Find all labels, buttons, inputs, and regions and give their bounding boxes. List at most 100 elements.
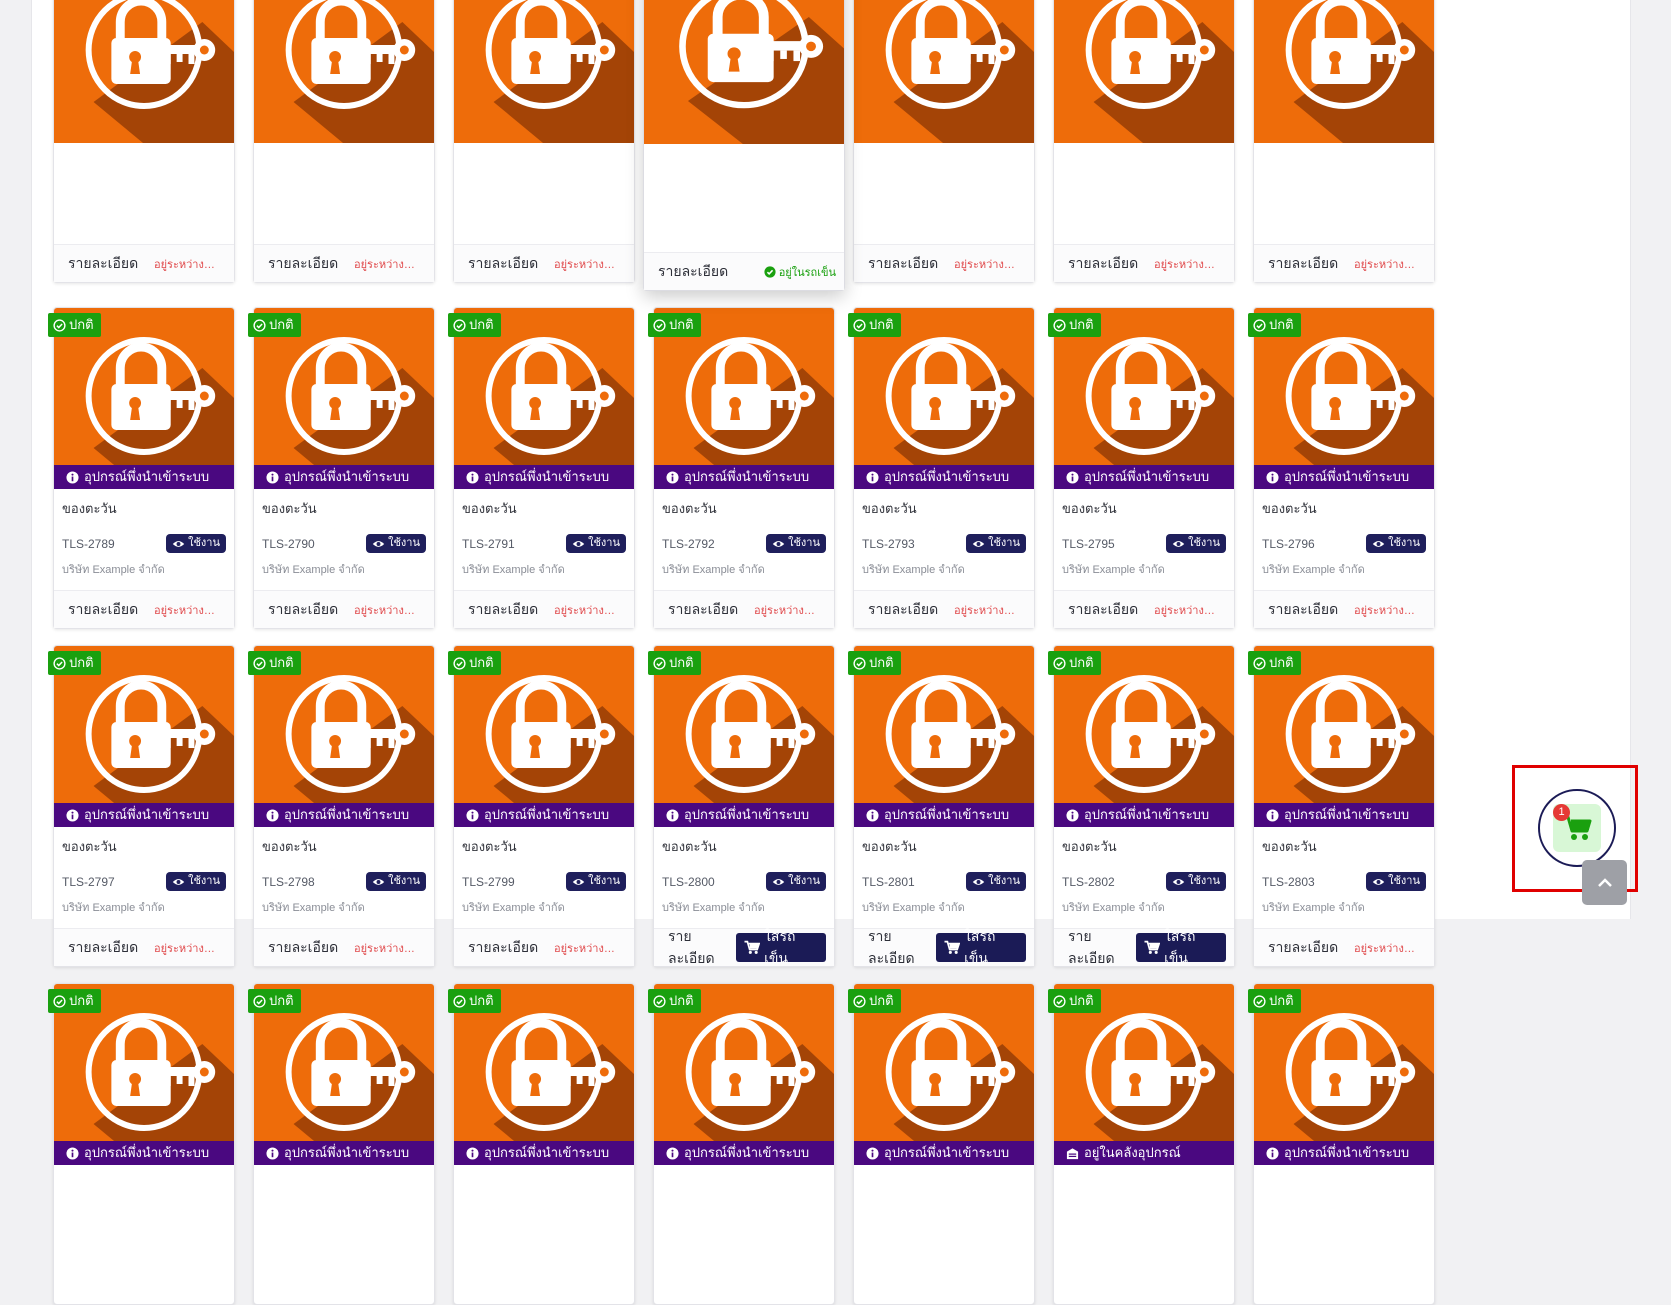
owner-name: ของตะวัน xyxy=(662,501,717,516)
details-link[interactable]: รายละเอียด xyxy=(268,253,338,275)
card-footer: รายละเอียด อยู่ระหว่างทำเ... xyxy=(254,928,434,966)
status-badge-normal: ปกติ xyxy=(1248,989,1301,1013)
details-link[interactable]: รายละเอียด xyxy=(468,253,538,275)
card-footer: รายละเอียด อยู่ระหว่างทำเ... xyxy=(1254,928,1434,966)
info-icon xyxy=(466,808,479,822)
equipment-state-banner: อุปกรณ์พึ่งนำเข้าระบบ xyxy=(454,465,634,489)
status-badge-label: ปกติ xyxy=(869,317,894,332)
equipment-thumbnail[interactable] xyxy=(1054,0,1234,143)
info-icon xyxy=(1066,470,1079,484)
banner-label: อุปกรณ์พึ่งนำเข้าระบบ xyxy=(484,469,610,484)
eye-icon xyxy=(372,878,385,885)
owner-name: ของตะวัน xyxy=(862,501,917,516)
equipment-card[interactable]: ปกติ อยู่ในคลังอุปกรณ์ xyxy=(1048,983,1235,1305)
equipment-thumbnail[interactable] xyxy=(254,0,434,143)
usage-badge-label: ใช้งาน xyxy=(788,537,820,549)
equipment-thumbnail[interactable] xyxy=(644,0,844,144)
info-icon xyxy=(1066,808,1079,822)
floating-cart-button[interactable]: 1 xyxy=(1538,789,1616,867)
equipment-card[interactable]: ปกติ อุปกรณ์พึ่งนำเข้าระบบ ของตะวัน TLS-279… xyxy=(448,307,635,629)
card-footer: รายละเอียด อยู่ระหว่างทำเ... xyxy=(54,244,234,282)
details-link[interactable]: รายละเอียด xyxy=(1268,599,1338,621)
details-link[interactable]: รายละเอียด xyxy=(658,261,728,283)
status-in-progress: อยู่ระหว่างทำเ... xyxy=(954,258,1026,271)
details-link[interactable]: รายละเอียด xyxy=(868,926,936,970)
equipment-thumbnail[interactable] xyxy=(454,0,634,143)
eye-icon xyxy=(172,878,185,885)
usage-badge: ใช้งาน xyxy=(366,534,426,553)
equipment-thumbnail[interactable] xyxy=(1254,0,1434,143)
equipment-card[interactable]: รายละเอียด อยู่ในรถเข็น xyxy=(643,0,845,291)
equipment-card[interactable]: รายละเอียด อยู่ระหว่างทำเ... xyxy=(53,0,235,283)
details-link[interactable]: รายละเอียด xyxy=(868,599,938,621)
check-circle-icon xyxy=(764,265,776,278)
equipment-card[interactable]: รายละเอียด อยู่ระหว่างทำเ... xyxy=(253,0,435,283)
status-badge-label: ปกติ xyxy=(669,993,694,1008)
details-link[interactable]: รายละเอียด xyxy=(268,599,338,621)
status-in-progress: อยู่ระหว่างทำเ... xyxy=(354,942,426,955)
usage-badge: ใช้งาน xyxy=(166,872,226,891)
details-link[interactable]: รายละเอียด xyxy=(1068,253,1138,275)
eye-icon xyxy=(1172,878,1185,885)
details-link[interactable]: รายละเอียด xyxy=(68,599,138,621)
add-to-cart-button[interactable]: ใส่รถเข็น xyxy=(1136,928,1226,966)
details-link[interactable]: รายละเอียด xyxy=(1268,937,1338,959)
equipment-card[interactable]: ปกติ อุปกรณ์พึ่งนำเข้าระบบ ของตะวัน TLS-279… xyxy=(248,307,435,629)
eye-icon xyxy=(1372,878,1385,885)
equipment-state-banner: อุปกรณ์พึ่งนำเข้าระบบ xyxy=(654,465,834,489)
equipment-card[interactable]: ปกติ อุปกรณ์พึ่งนำเข้าระบบ xyxy=(848,983,1035,1305)
lock-key-illustration xyxy=(679,0,844,144)
details-link[interactable]: รายละเอียด xyxy=(68,937,138,959)
equipment-card[interactable]: รายละเอียด อยู่ระหว่างทำเ... xyxy=(853,0,1035,283)
status-badge-normal: ปกติ xyxy=(248,651,301,675)
equipment-state-banner: อุปกรณ์พึ่งนำเข้าระบบ xyxy=(1254,1141,1434,1165)
details-link[interactable]: รายละเอียด xyxy=(1068,599,1138,621)
status-badge-label: ปกติ xyxy=(869,993,894,1008)
check-circle-icon xyxy=(1253,318,1266,332)
details-link[interactable]: รายละเอียด xyxy=(68,253,138,275)
equipment-thumbnail[interactable] xyxy=(54,0,234,143)
status-in-progress: อยู่ระหว่างทำเ... xyxy=(1354,258,1426,271)
usage-badge: ใช้งาน xyxy=(366,872,426,891)
equipment-thumbnail[interactable] xyxy=(854,0,1034,143)
company-name: บริษัท Example จำกัด xyxy=(862,902,965,914)
status-badge-normal: ปกติ xyxy=(648,989,701,1013)
check-circle-icon xyxy=(453,318,466,332)
equipment-card[interactable]: ปกติ อุปกรณ์พึ่งนำเข้าระบบ xyxy=(448,983,635,1305)
details-link[interactable]: รายละเอียด xyxy=(668,926,736,970)
company-name: บริษัท Example จำกัด xyxy=(62,564,165,576)
equipment-state-banner: อุปกรณ์พึ่งนำเข้าระบบ xyxy=(854,803,1034,827)
equipment-card[interactable]: ปกติ อุปกรณ์พึ่งนำเข้าระบบ ของตะวัน TLS-279… xyxy=(1048,307,1235,629)
equipment-card[interactable]: ปกติอุปกรณ์พึ่งนำเข้าระบบ xyxy=(1248,983,1435,1305)
banner-label: อุปกรณ์พึ่งนำเข้าระบบ xyxy=(1284,469,1410,484)
scroll-to-top-button[interactable] xyxy=(1582,860,1627,905)
equipment-state-banner: อุปกรณ์พึ่งนำเข้าระบบ xyxy=(654,1141,834,1165)
details-link[interactable]: รายละเอียด xyxy=(1268,253,1338,275)
details-link[interactable]: รายละเอียด xyxy=(1068,926,1136,970)
equipment-state-banner: อุปกรณ์พึ่งนำเข้าระบบ xyxy=(254,1141,434,1165)
equipment-card[interactable]: ปกติ อุปกรณ์พึ่งนำเข้าระบบ ของตะวัน TLS-279… xyxy=(1248,307,1435,629)
equipment-state-banner: อุปกรณ์พึ่งนำเข้าระบบ xyxy=(254,465,434,489)
equipment-card[interactable]: รายละเอียด อยู่ระหว่างทำเ... xyxy=(453,0,635,283)
check-circle-icon xyxy=(653,994,666,1008)
equipment-card[interactable]: รายละเอียด อยู่ระหว่างทำเ... xyxy=(1253,0,1435,283)
equipment-card[interactable]: ปกติ อุปกรณ์พึ่งนำเข้าระบบ xyxy=(48,983,235,1305)
status-badge-normal: ปกติ xyxy=(1248,651,1301,675)
equipment-card[interactable]: ปกติ อุปกรณ์พึ่งนำเข้าระบบ xyxy=(248,983,435,1305)
add-to-cart-button[interactable]: ใส่รถเข็น xyxy=(936,928,1026,966)
cart-count-badge: 1 xyxy=(1553,804,1570,821)
equipment-card[interactable]: ปกติ อุปกรณ์พึ่งนำเข้าระบบ ของตะวัน TLS-279… xyxy=(848,307,1035,629)
check-circle-icon xyxy=(853,318,866,332)
equipment-card[interactable]: ปกติ อุปกรณ์พึ่งนำเข้าระบบ ของตะวัน TLS-279… xyxy=(648,307,835,629)
details-link[interactable]: รายละเอียด xyxy=(468,937,538,959)
company-name: บริษัท Example จำกัด xyxy=(862,564,965,576)
details-link[interactable]: รายละเอียด xyxy=(268,937,338,959)
equipment-card[interactable]: ปกติ อุปกรณ์พึ่งนำเข้าระบบ ของตะวัน TLS-278… xyxy=(48,307,235,629)
details-link[interactable]: รายละเอียด xyxy=(868,253,938,275)
add-to-cart-button[interactable]: ใส่รถเข็น xyxy=(736,928,826,966)
equipment-card[interactable]: ปกติอุปกรณ์พึ่งนำเข้าระบบ xyxy=(648,983,835,1305)
details-link[interactable]: รายละเอียด xyxy=(668,599,738,621)
equipment-card[interactable]: รายละเอียด อยู่ระหว่างทำเ... xyxy=(1053,0,1235,283)
details-link[interactable]: รายละเอียด xyxy=(468,599,538,621)
card-footer: รายละเอียด ใส่รถเข็น xyxy=(854,928,1034,966)
